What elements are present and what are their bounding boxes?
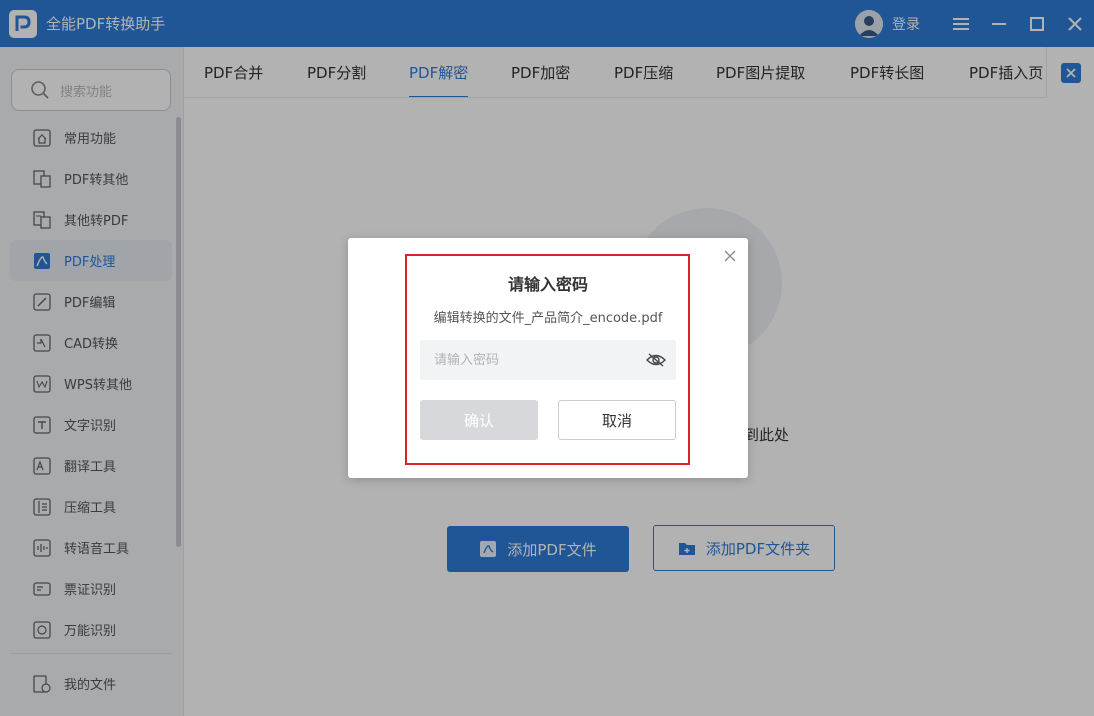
highlight-box [405,254,690,465]
dialog-close-button[interactable] [722,248,738,264]
password-dialog: 请输入密码 编辑转换的文件_产品简介_encode.pdf 确认 取消 [348,238,748,478]
close-icon [724,250,736,262]
